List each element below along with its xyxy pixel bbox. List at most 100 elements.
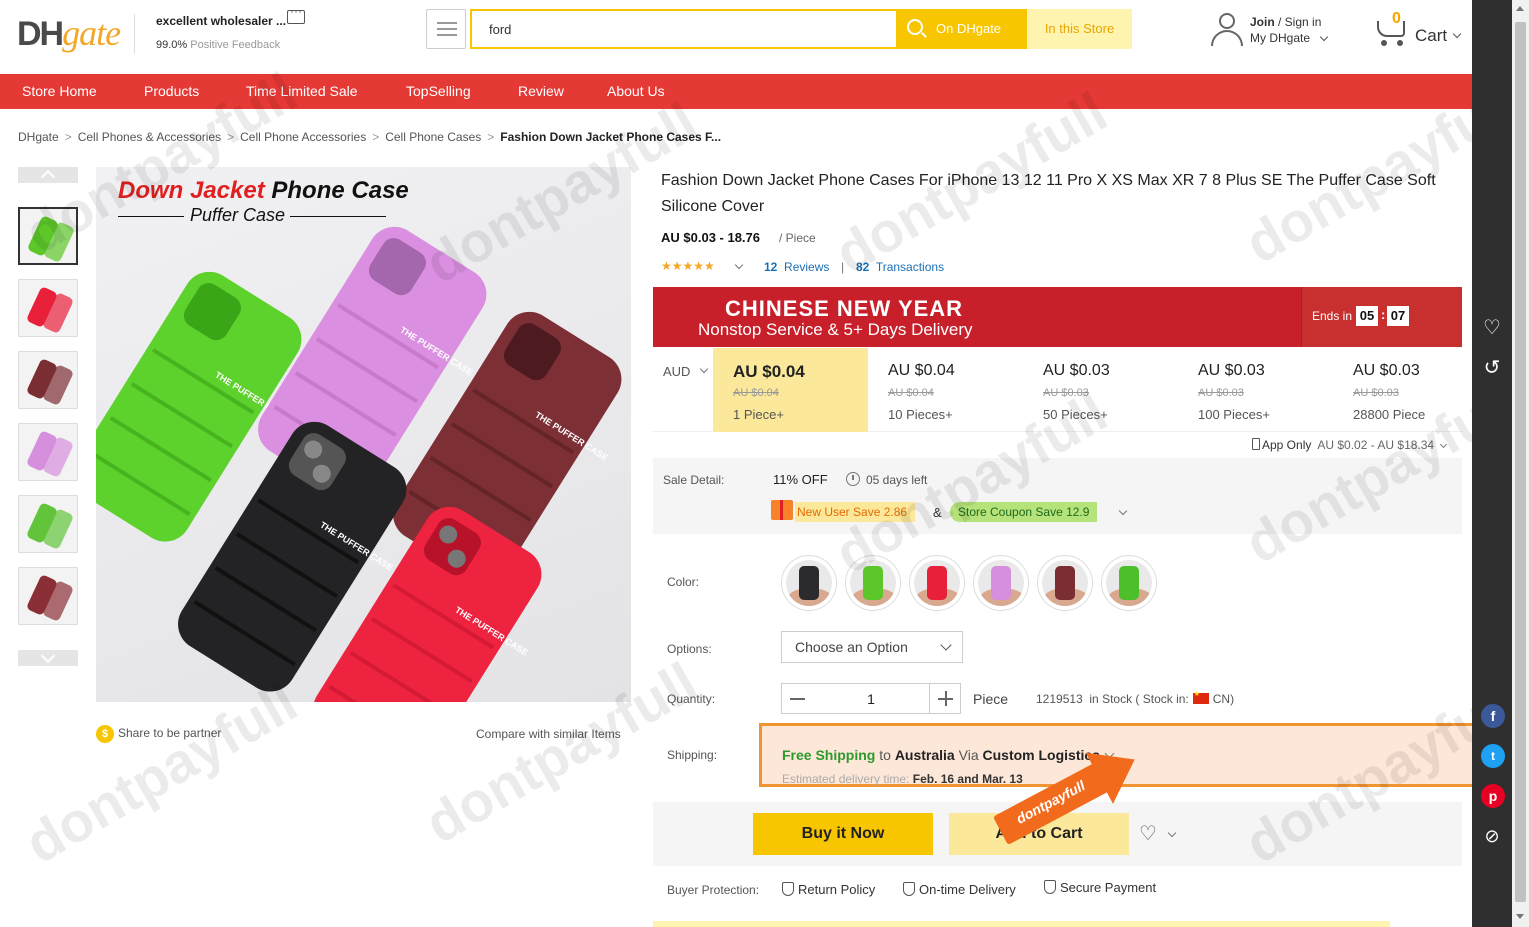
swatch-image	[1106, 560, 1152, 606]
chevron-down-icon[interactable]	[1118, 506, 1128, 516]
thumbnail-item[interactable]	[18, 423, 78, 481]
swatch-image	[1042, 560, 1088, 606]
transactions-link[interactable]: 82 Transactions	[856, 260, 944, 274]
category-menu-button[interactable]	[426, 9, 466, 49]
thumbnail-item[interactable]	[18, 207, 78, 265]
color-swatch[interactable]	[1037, 555, 1093, 611]
on-time-delivery-label: On-time Delivery	[919, 882, 1016, 897]
search-store-button[interactable]: In this Store	[1027, 9, 1132, 49]
color-swatch[interactable]	[781, 555, 837, 611]
color-swatch[interactable]	[845, 555, 901, 611]
twitter-icon[interactable]: t	[1481, 744, 1505, 768]
options-label: Options:	[667, 642, 712, 656]
tier-old-price: AU $0.04	[888, 387, 934, 399]
scroll-down-arrow[interactable]	[1516, 914, 1524, 919]
breadcrumb-link[interactable]: Cell Phone Cases	[385, 130, 481, 144]
search-box: On DHgate In this Store	[470, 9, 1132, 49]
sale-detail-label: Sale Detail:	[663, 473, 725, 487]
share-partner-label: Share to be partner	[118, 726, 222, 741]
price-tier[interactable]: AU $0.04 AU $0.04 10 Pieces+	[868, 348, 1023, 432]
chat-icon[interactable]	[287, 4, 305, 24]
search-dhgate-button[interactable]: On DHgate	[896, 9, 1027, 49]
stock-text: in Stock ( Stock in:	[1089, 692, 1189, 706]
gift-icon	[771, 500, 793, 520]
store-name[interactable]: excellent wholesaler ...	[156, 14, 286, 28]
scrollbar-thumb[interactable]	[1515, 22, 1526, 902]
thumbnail-item[interactable]	[18, 279, 78, 337]
nav-store-home[interactable]: Store Home	[22, 74, 97, 109]
my-dhgate-menu[interactable]: My DHgate	[1250, 31, 1329, 45]
chevron-down-icon	[940, 639, 952, 651]
dhgate-logo[interactable]: DHgate	[17, 12, 121, 54]
join-link[interactable]: Join	[1250, 15, 1275, 29]
join-sign-in[interactable]: Join / Sign in	[1250, 15, 1321, 29]
thumb-scroll-up-button[interactable]	[18, 167, 78, 183]
chevron-down-icon[interactable]	[699, 364, 709, 374]
chevron-down-icon[interactable]	[734, 260, 744, 270]
color-swatch[interactable]	[973, 555, 1029, 611]
sign-in-link[interactable]: / Sign in	[1275, 15, 1321, 29]
banner-title: CHINESE NEW YEAR	[725, 296, 964, 321]
breadcrumb-current: Fashion Down Jacket Phone Cases F...	[500, 130, 722, 144]
price-tier[interactable]: AU $0.03 AU $0.03 28800 Piece	[1333, 348, 1488, 432]
heart-icon[interactable]: ♡	[1139, 824, 1157, 844]
thumbnail-item[interactable]	[18, 567, 78, 625]
share-partner-link[interactable]: $ Share to be partner	[96, 725, 221, 743]
breadcrumb-link[interactable]: Cell Phone Accessories	[240, 130, 366, 144]
scroll-up-arrow[interactable]	[1516, 6, 1524, 11]
history-icon[interactable]: ↺	[1480, 356, 1504, 380]
breadcrumb-link[interactable]: Cell Phones & Accessories	[78, 130, 221, 144]
shield-icon	[903, 882, 915, 896]
nav-about-us[interactable]: About Us	[607, 74, 665, 109]
search-input[interactable]	[472, 11, 896, 47]
quantity-minus-button[interactable]	[781, 683, 813, 714]
thumb-scroll-down-button[interactable]	[18, 650, 78, 666]
user-icon[interactable]	[1211, 13, 1243, 47]
nav-review[interactable]: Review	[518, 74, 564, 109]
secure-payment-link[interactable]: Secure Payment	[1044, 880, 1156, 895]
main-product-image[interactable]: Down Jacket Phone Case Puffer Case THE P…	[96, 167, 631, 702]
product-title: Fashion Down Jacket Phone Cases For iPho…	[661, 172, 1436, 215]
nav-products[interactable]: Products	[144, 74, 199, 109]
color-swatch[interactable]	[1101, 555, 1157, 611]
cart-count: 0	[1392, 10, 1401, 27]
color-swatch[interactable]	[909, 555, 965, 611]
store-coupon[interactable]: Store Coupon Save 12.9	[950, 502, 1098, 522]
swatch-case-shape	[927, 566, 947, 600]
cart-link[interactable]: Cart	[1415, 26, 1462, 46]
facebook-icon[interactable]: f	[1481, 704, 1505, 728]
new-user-coupon[interactable]: New User Save 2.86	[795, 502, 916, 522]
pinterest-icon[interactable]: p	[1481, 784, 1505, 808]
breadcrumb-link[interactable]: DHgate	[18, 130, 59, 144]
chevron-down-icon[interactable]	[1167, 828, 1177, 838]
wishlist-heart-icon[interactable]: ♡	[1480, 316, 1504, 340]
currency-select[interactable]: AUD	[663, 364, 690, 379]
nav-time-limited-sale[interactable]: Time Limited Sale	[246, 74, 358, 109]
on-time-delivery-link[interactable]: On-time Delivery	[903, 882, 1016, 897]
quantity-input[interactable]	[812, 683, 930, 714]
rating-stars[interactable]: ★★★★★	[661, 259, 715, 273]
share-link-icon[interactable]: ⊘	[1480, 824, 1504, 848]
search-icon	[907, 19, 923, 35]
reviews-link[interactable]: 12 Reviews	[764, 260, 829, 274]
nav-topselling[interactable]: TopSelling	[406, 74, 471, 109]
reviews-count: 12	[764, 260, 778, 274]
option-select[interactable]: Choose an Option	[781, 631, 963, 663]
menu-bar-icon	[437, 22, 457, 24]
quantity-label: Quantity:	[667, 692, 716, 706]
return-policy-link[interactable]: Return Policy	[782, 882, 875, 897]
app-only-price[interactable]: App Only AU $0.02 - AU $18.34	[1252, 438, 1448, 452]
buy-now-button[interactable]: Buy it Now	[753, 813, 933, 855]
quantity-plus-button[interactable]	[929, 683, 961, 714]
thumbnail-item[interactable]	[18, 351, 78, 409]
price-unit: / Piece	[779, 231, 816, 245]
compare-similar-link[interactable]: Compare with similar Items	[476, 727, 621, 741]
shipping-to: to	[875, 747, 895, 763]
stock-country: CN)	[1212, 692, 1235, 706]
price-tier[interactable]: AU $0.04 AU $0.04 1 Piece+	[713, 348, 868, 432]
thumbnail-item[interactable]	[18, 495, 78, 553]
price-tier[interactable]: AU $0.03 AU $0.03 50 Pieces+	[1023, 348, 1178, 432]
my-dhgate-label: My DHgate	[1250, 31, 1311, 45]
price-tier[interactable]: AU $0.03 AU $0.03 100 Pieces+	[1178, 348, 1333, 432]
coin-icon: $	[96, 725, 114, 743]
